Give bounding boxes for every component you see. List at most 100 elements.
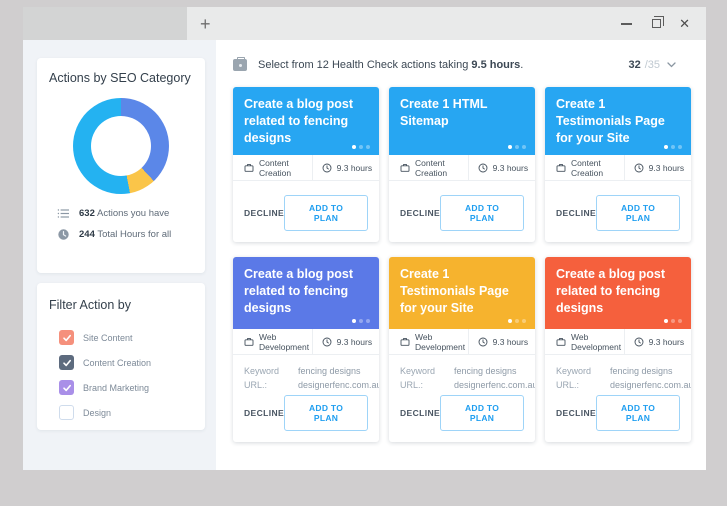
briefcase-icon — [400, 163, 410, 173]
filter-option-design[interactable]: Design — [59, 400, 193, 425]
selection-counter[interactable]: 32 /35 — [628, 59, 676, 71]
card-hours: 9.3 hours — [493, 163, 528, 173]
action-card-grid: Create a blog post related to fencing de… — [233, 87, 706, 442]
carousel-dots[interactable] — [352, 319, 370, 323]
clock-icon — [57, 228, 70, 241]
briefcase-icon — [244, 337, 254, 347]
header-prefix: Select from 12 Health Check actions taki… — [258, 59, 471, 71]
url-label: URL.: — [400, 380, 454, 390]
card-header[interactable]: Create a blog post related to fencing de… — [233, 257, 379, 329]
decline-button[interactable]: DECLINE — [400, 208, 440, 218]
briefcase-icon — [233, 59, 247, 71]
card-body — [233, 181, 379, 195]
keyword-label: Keyword — [556, 366, 610, 376]
filter-option-content-creation[interactable]: Content Creation — [59, 350, 193, 375]
checkbox-content-creation[interactable] — [59, 355, 74, 370]
card-header[interactable]: Create a blog post related to fencing de… — [545, 257, 691, 329]
stat-hours-label: Total Hours for all — [97, 229, 171, 240]
card-hours: 9.3 hours — [649, 337, 684, 347]
card-hours: 9.3 hours — [337, 163, 372, 173]
card-title: Create 1 Testimonials Page for your Site — [400, 267, 509, 315]
add-to-plan-button[interactable]: ADD TO PLAN — [284, 395, 368, 431]
carousel-dots[interactable] — [664, 145, 682, 149]
card-category: Content Creation — [415, 158, 468, 178]
counter-total: /35 — [645, 59, 660, 71]
card-category: Content Creation — [259, 158, 312, 178]
chart-card: Actions by SEO Category 632 Actions you … — [37, 58, 205, 273]
decline-button[interactable]: DECLINE — [556, 408, 596, 418]
clock-icon — [634, 337, 644, 347]
carousel-dots[interactable] — [352, 145, 370, 149]
card-title: Create a blog post related to fencing de… — [244, 97, 353, 145]
decline-button[interactable]: DECLINE — [244, 408, 284, 418]
decline-button[interactable]: DECLINE — [400, 408, 440, 418]
add-to-plan-button[interactable]: ADD TO PLAN — [596, 195, 680, 231]
stat-hours-value: 244 — [79, 229, 95, 240]
briefcase-icon — [556, 337, 566, 347]
new-tab-button[interactable]: + — [200, 15, 211, 33]
card-footer: DECLINE ADD TO PLAN — [233, 195, 379, 242]
checkbox-brand-marketing[interactable] — [59, 380, 74, 395]
filter-card: Filter Action by Site Content Content Cr… — [37, 283, 205, 430]
chevron-down-icon[interactable] — [667, 62, 676, 68]
briefcase-icon — [400, 337, 410, 347]
header-suffix: . — [520, 59, 523, 71]
decline-button[interactable]: DECLINE — [244, 208, 284, 218]
card-category: Web Development — [259, 332, 312, 352]
card-header[interactable]: Create a blog post related to fencing de… — [233, 87, 379, 155]
filter-option-site-content[interactable]: Site Content — [59, 325, 193, 350]
checkbox-site-content[interactable] — [59, 330, 74, 345]
add-to-plan-button[interactable]: ADD TO PLAN — [596, 395, 680, 431]
stat-hours-text: 244 Total Hours for all — [79, 229, 171, 240]
action-card: Create a blog post related to fencing de… — [233, 87, 379, 242]
card-meta: Content Creation 9.3 hours — [545, 155, 691, 181]
card-category: Web Development — [571, 332, 624, 352]
keyword-value: fencing designs — [298, 366, 361, 376]
stat-actions-text: 632 Actions you have — [79, 208, 169, 219]
restore-icon[interactable] — [652, 19, 661, 28]
decline-button[interactable]: DECLINE — [556, 208, 596, 218]
add-to-plan-button[interactable]: ADD TO PLAN — [284, 195, 368, 231]
card-footer: DECLINE ADD TO PLAN — [545, 395, 691, 442]
chart-card-title: Actions by SEO Category — [49, 71, 193, 85]
url-value: designerfenc.com.au — [610, 380, 691, 390]
keyword-label: Keyword — [400, 366, 454, 376]
clock-icon — [634, 163, 644, 173]
card-title: Create 1 HTML Sitemap — [400, 97, 487, 128]
card-title: Create a blog post related to fencing de… — [556, 267, 665, 315]
card-header[interactable]: Create 1 Testimonials Page for your Site — [389, 257, 535, 329]
card-body: Keywordfencing designs URL.:designerfenc… — [389, 355, 535, 395]
card-meta: Web Development 9.3 hours — [545, 329, 691, 355]
keyword-value: fencing designs — [454, 366, 517, 376]
stat-hours: 244 Total Hours for all — [49, 228, 193, 241]
filter-options: Site Content Content Creation Brand Mark… — [49, 325, 193, 425]
card-header[interactable]: Create 1 Testimonials Page for your Site — [545, 87, 691, 155]
close-icon[interactable]: ✕ — [679, 17, 690, 30]
add-to-plan-button[interactable]: ADD TO PLAN — [440, 395, 524, 431]
add-to-plan-button[interactable]: ADD TO PLAN — [440, 195, 524, 231]
card-hours: 9.3 hours — [337, 337, 372, 347]
browser-window: + ✕ Actions by SEO Category 632 Actions … — [23, 7, 706, 470]
carousel-dots[interactable] — [508, 145, 526, 149]
minimize-icon[interactable] — [621, 23, 632, 25]
card-title: Create a blog post related to fencing de… — [244, 267, 353, 315]
checkbox-design[interactable] — [59, 405, 74, 420]
browser-tab[interactable] — [23, 7, 187, 40]
action-card: Create a blog post related to fencing de… — [233, 257, 379, 442]
briefcase-icon — [556, 163, 566, 173]
action-card: Create 1 Testimonials Page for your Site… — [389, 257, 535, 442]
carousel-dots[interactable] — [664, 319, 682, 323]
filter-option-brand-marketing[interactable]: Brand Marketing — [59, 375, 193, 400]
header-text: Select from 12 Health Check actions taki… — [258, 59, 523, 71]
carousel-dots[interactable] — [508, 319, 526, 323]
card-category: Web Development — [415, 332, 468, 352]
url-label: URL.: — [556, 380, 610, 390]
card-hours: 9.3 hours — [649, 163, 684, 173]
main-header: Select from 12 Health Check actions taki… — [233, 54, 706, 76]
card-header[interactable]: Create 1 HTML Sitemap — [389, 87, 535, 155]
counter-current: 32 — [628, 59, 640, 71]
chart-stats: 632 Actions you have 244 Total Hours for… — [49, 207, 193, 241]
app-content: Actions by SEO Category 632 Actions you … — [23, 40, 706, 470]
card-footer: DECLINE ADD TO PLAN — [389, 195, 535, 242]
card-title: Create 1 Testimonials Page for your Site — [556, 97, 665, 145]
